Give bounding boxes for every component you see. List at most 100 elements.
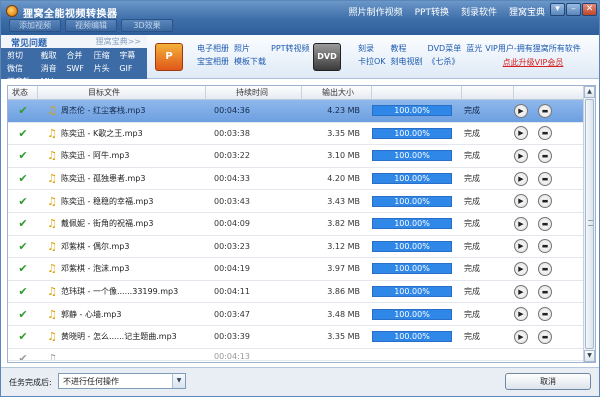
faq-link[interactable]: 微信 bbox=[7, 62, 37, 75]
close-icon[interactable]: ✕ bbox=[582, 3, 597, 16]
faq-link[interactable]: SWF bbox=[66, 62, 89, 75]
cancel-button[interactable]: 取消 bbox=[505, 373, 591, 390]
menu-photo-video[interactable]: 照片制作视频 bbox=[347, 4, 405, 19]
open-folder-icon[interactable]: ▬ bbox=[538, 284, 552, 299]
promo-link[interactable]: 教程 bbox=[391, 43, 423, 54]
header-output-size[interactable]: 输出大小 bbox=[302, 86, 372, 99]
faq-link[interactable]: 字幕 bbox=[119, 49, 141, 62]
play-icon[interactable]: ▶ bbox=[514, 194, 528, 209]
table-row[interactable]: ✔ ♫ 周杰伦 - 红尘客栈.mp3 00:04:36 4.23 MB 100.0… bbox=[8, 100, 583, 123]
music-file-icon: ♫ bbox=[47, 149, 57, 163]
play-icon[interactable]: ▶ bbox=[514, 126, 528, 141]
progress-bar: 100.00% bbox=[372, 308, 452, 320]
faq-link[interactable]: 消音 bbox=[41, 62, 63, 75]
file-name: 邓紫棋 - 泡沫.mp3 bbox=[61, 264, 130, 274]
dvd-icon[interactable]: DVD bbox=[313, 43, 341, 71]
output-size: 3.43 MB bbox=[327, 196, 360, 206]
progress-bar: 100.00% bbox=[372, 286, 452, 298]
promo-link[interactable]: DVD菜单 bbox=[428, 43, 462, 54]
faq-link[interactable]: 剪切 bbox=[7, 49, 37, 62]
open-folder-icon[interactable]: ▬ bbox=[538, 307, 552, 322]
header-duration[interactable]: 持续时间 bbox=[206, 86, 302, 99]
play-icon[interactable]: ▶ bbox=[514, 239, 528, 254]
header-state[interactable] bbox=[462, 86, 514, 99]
promo-link[interactable]: 模板下载 bbox=[234, 56, 266, 67]
promo-link[interactable]: 照片 bbox=[234, 43, 266, 54]
file-name: 范玮琪 - 一个像......33199.mp3 bbox=[61, 287, 179, 297]
tool-tabs: 添加视频 视频编辑 3D效果 bbox=[9, 19, 173, 32]
open-folder-icon[interactable]: ▬ bbox=[538, 216, 552, 231]
ppt-icon[interactable]: P bbox=[155, 43, 183, 71]
after-task-select[interactable]: 不进行任何操作 ▼ bbox=[58, 373, 186, 389]
music-file-icon: ♫ bbox=[47, 330, 57, 344]
scroll-thumb[interactable] bbox=[585, 99, 594, 349]
play-icon[interactable]: ▶ bbox=[514, 284, 528, 299]
video-edit-button[interactable]: 视频编辑 bbox=[65, 19, 117, 32]
play-icon[interactable]: ▶ bbox=[514, 307, 528, 322]
header-actions[interactable] bbox=[514, 86, 583, 99]
table-row[interactable]: ✔ ♫ 邓紫棋 - 泡沫.mp3 00:04:19 3.97 MB 100.00%… bbox=[8, 258, 583, 281]
play-icon[interactable]: ▶ bbox=[514, 216, 528, 231]
table-row[interactable]: ✔ ♫ 陈奕迅 - 孤独患者.mp3 00:04:33 4.20 MB 100.0… bbox=[8, 168, 583, 191]
promo-link[interactable]: PPT转视频 bbox=[271, 43, 310, 54]
open-folder-icon[interactable]: ▬ bbox=[538, 126, 552, 141]
open-folder-icon[interactable]: ▬ bbox=[538, 171, 552, 186]
promo-link[interactable]: 《七杀》 bbox=[428, 56, 462, 67]
menu-ppt-convert[interactable]: PPT转换 bbox=[413, 4, 451, 19]
table-row[interactable]: ✔ ♫ 黄晓明 - 怎么......记主题曲.mp3 00:03:39 3.35 … bbox=[8, 326, 583, 349]
menu-guide[interactable]: 狸窝宝典 bbox=[507, 4, 547, 19]
table-row[interactable]: ✔ ♫ 陈奕迅 - 阿牛.mp3 00:03:22 3.10 MB 100.00%… bbox=[8, 145, 583, 168]
output-size: 4.23 MB bbox=[327, 106, 360, 116]
scroll-up-icon[interactable]: ▲ bbox=[584, 86, 595, 98]
play-icon[interactable]: ▶ bbox=[514, 148, 528, 163]
menu-burn-software[interactable]: 刻录软件 bbox=[459, 4, 499, 19]
open-folder-icon[interactable]: ▬ bbox=[538, 261, 552, 276]
play-icon[interactable]: ▶ bbox=[514, 261, 528, 276]
table-row[interactable]: ✔ ♫ 00:04:13 bbox=[8, 349, 583, 361]
table-row[interactable]: ✔ ♫ 邓紫棋 - 偶尔.mp3 00:03:23 3.12 MB 100.00%… bbox=[8, 236, 583, 259]
faq-link[interactable]: 压缩 bbox=[94, 49, 116, 62]
minimize-icon[interactable]: – bbox=[566, 3, 581, 16]
faq-link[interactable]: 截取 bbox=[41, 49, 63, 62]
promo-link[interactable]: 卡拉OK bbox=[358, 56, 386, 67]
scroll-down-icon[interactable]: ▼ bbox=[584, 350, 595, 362]
faq-link[interactable]: GIF bbox=[119, 62, 141, 75]
play-icon[interactable]: ▶ bbox=[514, 329, 528, 344]
faq-link[interactable]: 片头 bbox=[94, 62, 116, 75]
promo-link[interactable]: 电子相册 bbox=[197, 43, 229, 54]
duration: 00:03:39 bbox=[214, 332, 250, 342]
open-folder-icon[interactable]: ▬ bbox=[538, 194, 552, 209]
table-row[interactable]: ✔ ♫ 陈奕迅 - K歌之王.mp3 00:03:38 3.35 MB 100.0… bbox=[8, 123, 583, 146]
vip-text[interactable]: VIP用户-拥有狸窝所有软件 bbox=[473, 43, 593, 54]
chevron-down-icon[interactable]: ▼ bbox=[172, 374, 185, 388]
table-row[interactable]: ✔ ♫ 范玮琪 - 一个像......33199.mp3 00:04:11 3.8… bbox=[8, 281, 583, 304]
header-progress[interactable] bbox=[372, 86, 462, 99]
duration: 00:03:38 bbox=[214, 128, 250, 138]
open-folder-icon[interactable]: ▬ bbox=[538, 239, 552, 254]
menu-icon[interactable]: ▾ bbox=[550, 3, 565, 16]
promo-link[interactable]: 宝宝相册 bbox=[197, 56, 229, 67]
faq-title[interactable]: 常见问题 bbox=[11, 36, 47, 49]
promo-link[interactable]: 刻录 bbox=[358, 43, 386, 54]
header-status[interactable]: 状态 bbox=[8, 86, 38, 99]
play-icon[interactable]: ▶ bbox=[514, 103, 528, 118]
table-row[interactable]: ✔ ♫ 戴佩妮 - 街角的祝福.mp3 00:04:09 3.82 MB 100.… bbox=[8, 213, 583, 236]
open-folder-icon[interactable]: ▬ bbox=[538, 103, 552, 118]
3d-effect-button[interactable]: 3D效果 bbox=[121, 19, 173, 32]
faq-more-link[interactable]: 狸窝宝典>> bbox=[96, 36, 141, 47]
file-name: 戴佩妮 - 街角的祝福.mp3 bbox=[61, 219, 154, 229]
add-video-button[interactable]: 添加视频 bbox=[9, 19, 61, 32]
table-row[interactable]: ✔ ♫ 陈奕迅 - 稳稳的幸福.mp3 00:03:43 3.43 MB 100.… bbox=[8, 190, 583, 213]
open-folder-icon[interactable]: ▬ bbox=[538, 148, 552, 163]
vip-upgrade-link[interactable]: 点此升级VIP会员 bbox=[473, 57, 593, 68]
vertical-scrollbar[interactable]: ▲ ▼ bbox=[583, 86, 595, 362]
faq-link[interactable]: 合并 bbox=[66, 49, 89, 62]
promo-link[interactable]: 刻电视剧 bbox=[391, 56, 423, 67]
open-folder-icon[interactable]: ▬ bbox=[538, 329, 552, 344]
top-menu: 照片制作视频 PPT转换 刻录软件 狸窝宝典 bbox=[347, 4, 547, 19]
table-row[interactable]: ✔ ♫ 郭静 - 心墙.mp3 00:03:47 3.48 MB 100.00% … bbox=[8, 303, 583, 326]
play-icon[interactable]: ▶ bbox=[514, 171, 528, 186]
header-target-file[interactable]: 目标文件 bbox=[38, 86, 206, 99]
music-file-icon: ♫ bbox=[47, 104, 57, 118]
conversion-list: 状态 目标文件 持续时间 输出大小 ✔ ♫ 周杰伦 - 红尘客栈.mp3 00:0… bbox=[7, 85, 596, 363]
